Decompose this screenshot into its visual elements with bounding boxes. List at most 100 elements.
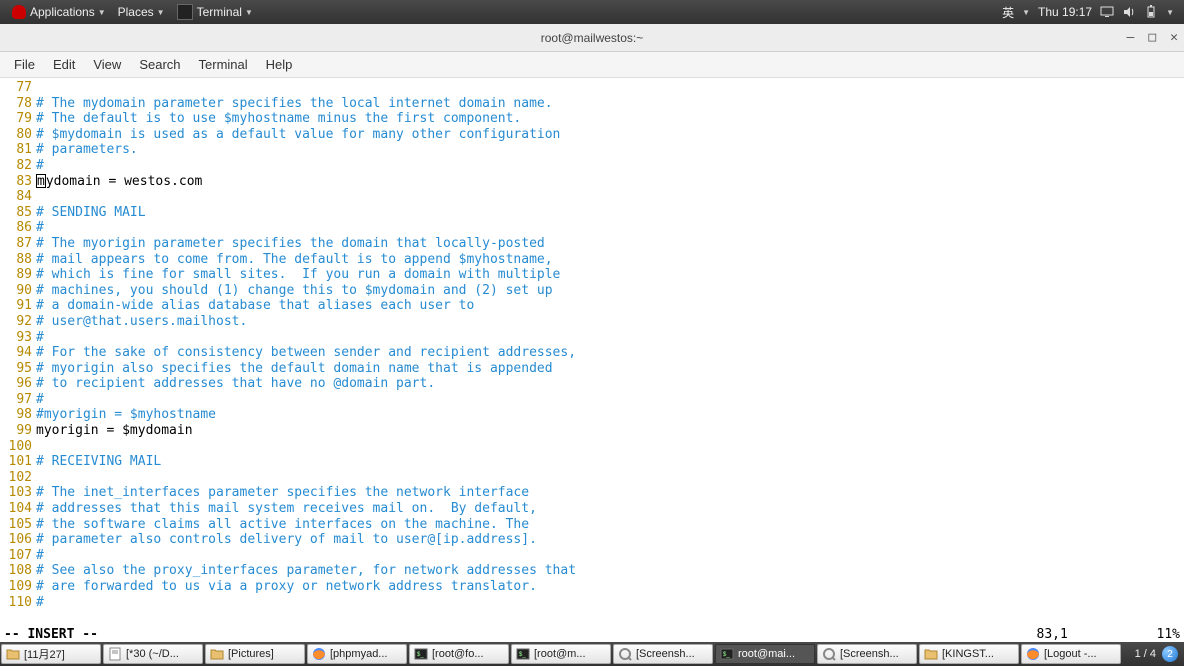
applications-menu[interactable]: Applications ▼	[6, 0, 112, 24]
editor-line: 89# which is fine for small sites. If yo…	[4, 267, 1180, 283]
editor-line: 84	[4, 189, 1180, 205]
editor-line: 107#	[4, 548, 1180, 564]
redhat-icon	[12, 5, 26, 19]
taskbar-item[interactable]: [Screensh...	[817, 644, 917, 664]
taskbar-right: 1 / 4 2	[1129, 642, 1184, 666]
editor-line: 103# The inet_interfaces parameter speci…	[4, 485, 1180, 501]
editor-line: 102	[4, 470, 1180, 486]
menu-terminal[interactable]: Terminal	[191, 55, 256, 74]
taskbar-item[interactable]: [Logout -...	[1021, 644, 1121, 664]
editor-line: 85# SENDING MAIL	[4, 205, 1180, 221]
term-icon: $_	[414, 647, 428, 661]
svg-text:$_: $_	[723, 652, 730, 658]
applications-label: Applications	[30, 5, 95, 19]
editor-line: 99myorigin = $mydomain	[4, 423, 1180, 439]
folder-icon	[6, 647, 20, 661]
term-icon: $_	[516, 647, 530, 661]
terminal-window: root@mailwestos:~ — □ ✕ File Edit View S…	[0, 24, 1184, 642]
terminal-menu[interactable]: Terminal ▼	[171, 0, 259, 24]
editor-line: 93#	[4, 330, 1180, 346]
system-tray: 英 ▼ Thu 19:17 ▼	[1002, 4, 1178, 21]
menu-view[interactable]: View	[85, 55, 129, 74]
notification-badge[interactable]: 2	[1162, 646, 1178, 662]
maximize-button[interactable]: □	[1148, 30, 1156, 45]
eye-icon	[618, 647, 632, 661]
menubar: File Edit View Search Terminal Help	[0, 52, 1184, 78]
editor-line: 106# parameter also controls delivery of…	[4, 532, 1180, 548]
window-controls: — □ ✕	[1127, 24, 1178, 51]
ime-indicator[interactable]: 英	[1002, 4, 1014, 21]
firefox-icon	[312, 647, 326, 661]
taskbar-item[interactable]: $_[root@fo...	[409, 644, 509, 664]
taskbar-item-label: [Screensh...	[840, 648, 899, 660]
taskbar-item[interactable]: $_ root@mai...	[715, 644, 815, 664]
chevron-down-icon: ▼	[98, 8, 106, 17]
editor-line: 109# are forwarded to us via a proxy or …	[4, 579, 1180, 595]
svg-text:$_: $_	[519, 652, 526, 658]
editor-content[interactable]: 7778# The mydomain parameter specifies t…	[0, 78, 1184, 627]
editor-line: 82#	[4, 158, 1180, 174]
menu-search[interactable]: Search	[131, 55, 188, 74]
workspace-indicator[interactable]: 1 / 4	[1135, 648, 1156, 660]
window-title: root@mailwestos:~	[541, 31, 644, 45]
close-button[interactable]: ✕	[1170, 30, 1178, 45]
taskbar-item-label: [root@m...	[534, 648, 586, 660]
menu-help[interactable]: Help	[258, 55, 301, 74]
battery-icon[interactable]	[1144, 5, 1158, 19]
menu-file[interactable]: File	[6, 55, 43, 74]
editor-line: 104# addresses that this mail system rec…	[4, 501, 1180, 517]
places-menu[interactable]: Places ▼	[112, 0, 171, 24]
taskbar-item-label: [Screensh...	[636, 648, 695, 660]
editor-line: 81# parameters.	[4, 142, 1180, 158]
folder-icon	[924, 647, 938, 661]
editor-line: 79# The default is to use $myhostname mi…	[4, 111, 1180, 127]
chevron-down-icon: ▼	[1166, 8, 1174, 17]
menu-edit[interactable]: Edit	[45, 55, 83, 74]
editor-line: 105# the software claims all active inte…	[4, 517, 1180, 533]
taskbar-item[interactable]: [KINGST...	[919, 644, 1019, 664]
editor-line: 110#	[4, 595, 1180, 611]
vim-position: 83,1	[1037, 627, 1157, 642]
editor-line: 98#myorigin = $myhostname	[4, 407, 1180, 423]
taskbar-item-label: [KINGST...	[942, 648, 994, 660]
minimize-button[interactable]: —	[1127, 30, 1135, 45]
eye-icon	[822, 647, 836, 661]
clock[interactable]: Thu 19:17	[1038, 5, 1092, 19]
taskbar: [11月27] [*30 (~/D... [Pictures] [phpmyad...…	[0, 642, 1184, 666]
display-icon[interactable]	[1100, 5, 1114, 19]
editor-line: 100	[4, 439, 1180, 455]
editor-line: 91# a domain-wide alias database that al…	[4, 298, 1180, 314]
chevron-down-icon: ▼	[1022, 8, 1030, 17]
chevron-down-icon: ▼	[245, 8, 253, 17]
taskbar-item[interactable]: $_ [root@m...	[511, 644, 611, 664]
vim-mode: -- INSERT --	[4, 627, 98, 642]
volume-icon[interactable]	[1122, 5, 1136, 19]
taskbar-item-label: [phpmyad...	[330, 648, 387, 660]
taskbar-item-label: [Pictures]	[228, 648, 274, 660]
taskbar-item-label: [*30 (~/D...	[126, 648, 179, 660]
places-label: Places	[118, 5, 154, 19]
gedit-icon	[108, 647, 122, 661]
editor-line: 80# $mydomain is used as a default value…	[4, 127, 1180, 143]
taskbar-item[interactable]: [*30 (~/D...	[103, 644, 203, 664]
editor-line: 92# user@that.users.mailhost.	[4, 314, 1180, 330]
vim-percent: 11%	[1157, 627, 1180, 642]
taskbar-item-label: root@mai...	[738, 648, 795, 660]
editor-line: 94# For the sake of consistency between …	[4, 345, 1180, 361]
titlebar[interactable]: root@mailwestos:~ — □ ✕	[0, 24, 1184, 52]
firefox-icon	[1026, 647, 1040, 661]
taskbar-item[interactable]: [11月27]	[1, 644, 101, 664]
terminal-label: Terminal	[197, 5, 242, 19]
editor-line: 87# The myorigin parameter specifies the…	[4, 236, 1180, 252]
taskbar-item[interactable]: [Pictures]	[205, 644, 305, 664]
top-panel: Applications ▼ Places ▼ Terminal ▼ 英 ▼ T…	[0, 0, 1184, 24]
editor-line: 101# RECEIVING MAIL	[4, 454, 1180, 470]
editor-line: 96# to recipient addresses that have no …	[4, 376, 1180, 392]
taskbar-item[interactable]: [Screensh...	[613, 644, 713, 664]
taskbar-item[interactable]: [phpmyad...	[307, 644, 407, 664]
editor-line: 86#	[4, 220, 1180, 236]
taskbar-item-label: [11月27]	[24, 646, 65, 662]
svg-text:$_: $_	[417, 652, 424, 658]
chevron-down-icon: ▼	[157, 8, 165, 17]
terminal-icon	[177, 4, 193, 20]
